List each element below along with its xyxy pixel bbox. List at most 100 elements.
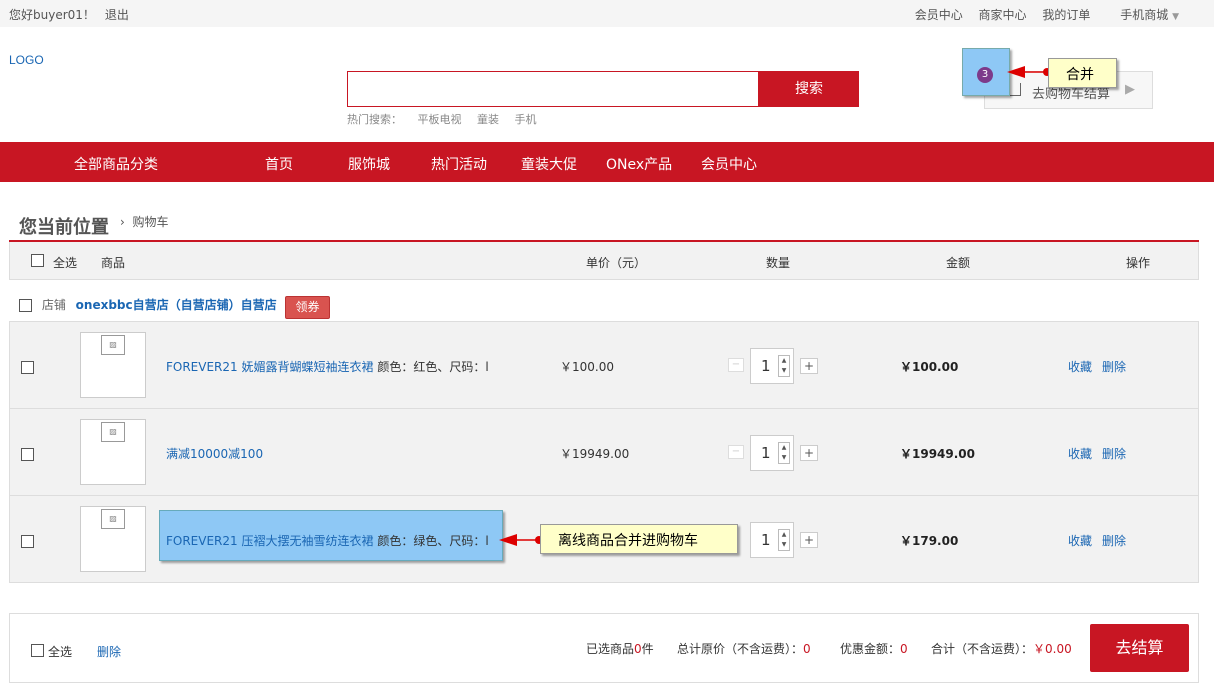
checkout-button[interactable]: 去结算	[1090, 624, 1189, 672]
col-price: 单价（元）	[586, 256, 647, 270]
original-total-label: 总计原价（不含运费）：	[677, 642, 804, 656]
spinner-arrows-icon[interactable]: ▲ ▼	[778, 355, 790, 377]
grand-total-label: 合计（不含运费）：	[931, 642, 1034, 656]
select-all-label: 全选	[53, 256, 78, 270]
qty-decrease-button[interactable]: −	[728, 358, 744, 372]
item-amount: ￥179.00	[900, 534, 959, 548]
item-checkbox[interactable]	[21, 448, 34, 461]
qty-increase-button[interactable]: +	[800, 358, 818, 374]
product-name-link[interactable]: 满减10000减100	[166, 445, 263, 462]
get-coupon-button[interactable]: 领券	[285, 296, 330, 319]
selected-suffix: 件	[641, 642, 654, 656]
qty-value: 1	[761, 357, 771, 375]
main-nav: 全部商品分类 首页 服饰城 热门活动 童装大促 ONex产品 会员中心	[0, 142, 1214, 182]
breadcrumb-separator: ›	[120, 215, 125, 229]
breadcrumb: › 购物车	[120, 213, 168, 230]
product-name: FOREVER21 压褶大摆无袖雪纺连衣裙	[166, 534, 374, 548]
spinner-arrows-icon[interactable]: ▲ ▼	[778, 442, 790, 464]
discount-value: 0	[900, 642, 908, 656]
product-thumbnail[interactable]: ▨	[80, 419, 146, 485]
mobile-mall-dropdown[interactable]: 手机商城 ▼	[1120, 8, 1179, 22]
seller-center-link[interactable]: 商家中心	[979, 8, 1027, 22]
nav-hot-events[interactable]: 热门活动	[431, 154, 487, 174]
cart-footer: 全选 删除 已选商品0件 总计原价（不含运费）：0 优惠金额：0 合计（不含运费…	[9, 613, 1199, 683]
cart-table-header: 全选 商品 单价（元） 数量 金额 操作	[9, 242, 1199, 280]
qty-value: 1	[761, 531, 771, 549]
selected-count-value: 0	[634, 642, 642, 656]
merge-callout: 合并	[1048, 58, 1117, 88]
qty-increase-button[interactable]: +	[800, 532, 818, 548]
nav-home[interactable]: 首页	[265, 154, 293, 174]
discount: 优惠金额：0	[840, 640, 908, 657]
nav-member-center[interactable]: 会员中心	[701, 154, 757, 174]
nav-onex-products[interactable]: ONex产品	[606, 154, 672, 174]
image-placeholder-icon: ▨	[101, 422, 125, 442]
breadcrumb-title: 您当前位置	[19, 217, 109, 238]
col-qty: 数量	[766, 256, 791, 270]
spinner-arrows-icon[interactable]: ▲ ▼	[778, 529, 790, 551]
footer-select-all-checkbox[interactable]	[31, 644, 44, 657]
nav-apparel[interactable]: 服饰城	[348, 154, 390, 174]
favorite-link[interactable]: 收藏	[1068, 534, 1092, 548]
grand-total-value: ￥0.00	[1033, 642, 1072, 656]
hot-term[interactable]: 平板电视	[418, 113, 462, 126]
original-total: 总计原价（不含运费）：0	[677, 640, 811, 657]
image-placeholder-icon: ▨	[101, 335, 125, 355]
col-amount: 金额	[946, 256, 971, 270]
original-total-value: 0	[803, 642, 811, 656]
selected-prefix: 已选商品	[586, 642, 635, 656]
nav-all-categories[interactable]: 全部商品分类	[74, 154, 158, 174]
item-checkbox[interactable]	[21, 361, 34, 374]
hot-term[interactable]: 手机	[515, 113, 537, 126]
shop-name-link[interactable]: onexbbc自营店（自营店铺）自营店	[76, 298, 277, 312]
select-all-checkbox[interactable]	[31, 254, 44, 267]
favorite-link[interactable]: 收藏	[1068, 447, 1092, 461]
quantity-stepper[interactable]: 1 ▲ ▼	[750, 435, 794, 471]
greeting-text: 您好buyer01！	[9, 8, 95, 22]
search-input[interactable]	[347, 71, 759, 107]
delete-link[interactable]: 删除	[1102, 360, 1126, 374]
shop-label: 店铺	[41, 298, 66, 312]
delete-link[interactable]: 删除	[1102, 534, 1126, 548]
quantity-stepper[interactable]: 1 ▲ ▼	[750, 348, 794, 384]
delete-link[interactable]: 删除	[1102, 447, 1126, 461]
product-thumbnail[interactable]: ▨	[80, 506, 146, 572]
product-thumbnail[interactable]: ▨	[80, 332, 146, 398]
item-checkbox[interactable]	[21, 535, 34, 548]
nav-kids-sale[interactable]: 童装大促	[521, 154, 577, 174]
cart-item-row: ▨ 满减10000减100 ￥19949.00 − 1 ▲ ▼ + ￥19949.0…	[10, 409, 1198, 496]
hot-term[interactable]: 童装	[477, 113, 499, 126]
mobile-mall-label: 手机商城	[1120, 8, 1169, 22]
chevron-right-icon: ▶	[1125, 82, 1135, 97]
annotation-sticky-square: 3	[962, 48, 1010, 96]
item-amount: ￥100.00	[900, 360, 959, 374]
unit-price: ￥19949.00	[560, 447, 630, 461]
favorite-link[interactable]: 收藏	[1068, 360, 1092, 374]
my-orders-link[interactable]: 我的订单	[1042, 8, 1090, 22]
shop-checkbox[interactable]	[19, 299, 32, 312]
qty-decrease-button[interactable]: −	[728, 445, 744, 459]
cart-item-row: ▨ FOREVER21 妩媚露背蝴蝶短袖连衣裙 颜色：红色、尺码：l ￥100.…	[10, 322, 1198, 409]
product-name: 满减10000减100	[166, 447, 264, 461]
site-logo[interactable]: LOGO	[9, 53, 44, 67]
annotation-badge: 3	[977, 67, 993, 83]
footer-delete-link[interactable]: 删除	[97, 643, 121, 660]
col-product: 商品	[101, 256, 126, 270]
top-bar: 您好buyer01！ 退出 会员中心 商家中心 我的订单 手机商城 ▼	[0, 0, 1214, 27]
member-center-link[interactable]: 会员中心	[915, 8, 963, 22]
unit-price: ￥100.00	[560, 360, 614, 374]
qty-increase-button[interactable]: +	[800, 445, 818, 461]
product-name-link[interactable]: FOREVER21 压褶大摆无袖雪纺连衣裙 颜色：绿色、尺码：l	[166, 532, 489, 549]
product-name-link[interactable]: FOREVER21 妩媚露背蝴蝶短袖连衣裙 颜色：红色、尺码：l	[166, 358, 489, 375]
search-button[interactable]: 搜索	[759, 71, 859, 107]
logout-link[interactable]: 退出	[105, 8, 129, 22]
footer-select-all-label: 全选	[48, 645, 73, 659]
offline-merge-callout: 离线商品合并进购物车	[540, 524, 738, 554]
quantity-stepper[interactable]: 1 ▲ ▼	[750, 522, 794, 558]
product-spec: 颜色：绿色、尺码：l	[377, 534, 489, 548]
product-name: FOREVER21 妩媚露背蝴蝶短袖连衣裙	[166, 360, 374, 374]
hot-search-label: 热门搜索：	[347, 113, 402, 126]
product-spec: 颜色：红色、尺码：l	[377, 360, 489, 374]
qty-value: 1	[761, 444, 771, 462]
shop-header: 店铺 onexbbc自营店（自营店铺）自营店	[19, 296, 277, 313]
